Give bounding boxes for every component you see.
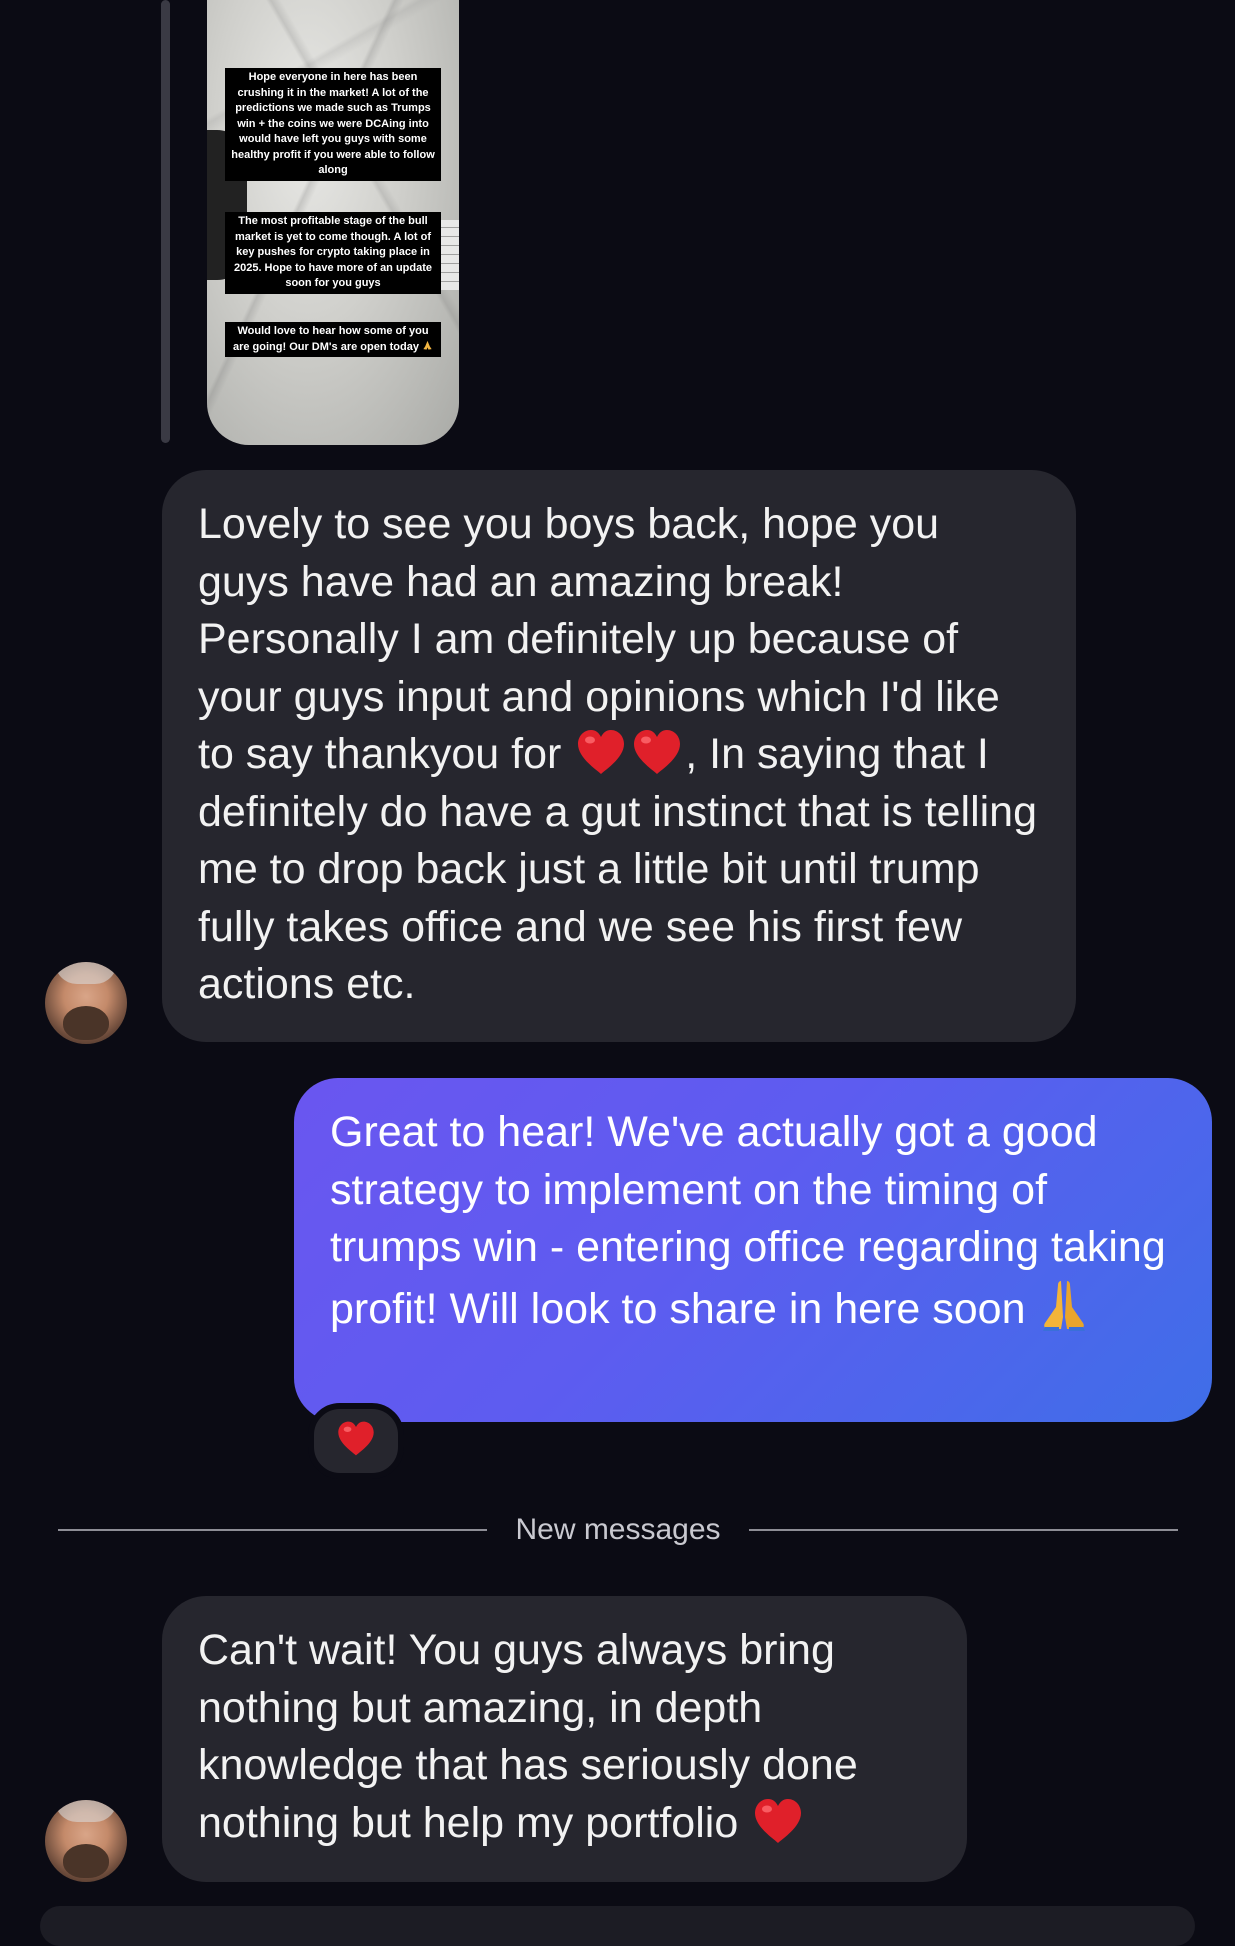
- new-messages-divider: New messages: [58, 1510, 1179, 1550]
- heart-emoji-icon: [752, 1797, 804, 1845]
- heart-emoji-icon: [336, 1420, 376, 1462]
- praying-hands-icon: [1037, 1277, 1091, 1333]
- avatar-beard: [63, 1844, 109, 1878]
- sender-avatar[interactable]: [45, 962, 127, 1044]
- divider-line-right: [748, 1529, 1179, 1531]
- message-reaction[interactable]: [308, 1403, 404, 1479]
- avatar-hat: [55, 962, 117, 984]
- story-caption-block-1: Hope everyone in here has been crushing …: [225, 68, 441, 181]
- praying-hands-icon: [422, 340, 433, 353]
- heart-emoji-icon: [575, 728, 627, 776]
- heart-emoji-icon: [631, 728, 683, 776]
- story-caption-block-3: Would love to hear how some of you are g…: [225, 322, 441, 357]
- story-caption-3-text: Would love to hear how some of you are g…: [232, 325, 429, 353]
- avatar-beard: [63, 1006, 109, 1040]
- divider-line-left: [58, 1529, 488, 1531]
- outgoing-message-bubble[interactable]: Great to hear! We've actually got a good…: [294, 1078, 1212, 1422]
- incoming-message-bubble[interactable]: Can't wait! You guys always bring nothin…: [162, 1596, 967, 1882]
- reply-thread-line: [161, 0, 170, 443]
- next-message-partial: [40, 1906, 1195, 1946]
- sender-avatar[interactable]: [45, 1800, 127, 1882]
- story-caption-1: Hope everyone in here has been crushing …: [225, 68, 441, 181]
- new-messages-label: New messages: [515, 1513, 721, 1546]
- story-caption-block-2: The most profitable stage of the bull ma…: [225, 212, 441, 294]
- avatar-hat: [55, 1800, 117, 1822]
- story-caption-3: Would love to hear how some of you are g…: [225, 322, 441, 357]
- shared-story-thumbnail[interactable]: Hope everyone in here has been crushing …: [207, 0, 459, 445]
- story-caption-2: The most profitable stage of the bull ma…: [225, 212, 441, 294]
- incoming-message-bubble[interactable]: Lovely to see you boys back, hope you gu…: [162, 470, 1076, 1042]
